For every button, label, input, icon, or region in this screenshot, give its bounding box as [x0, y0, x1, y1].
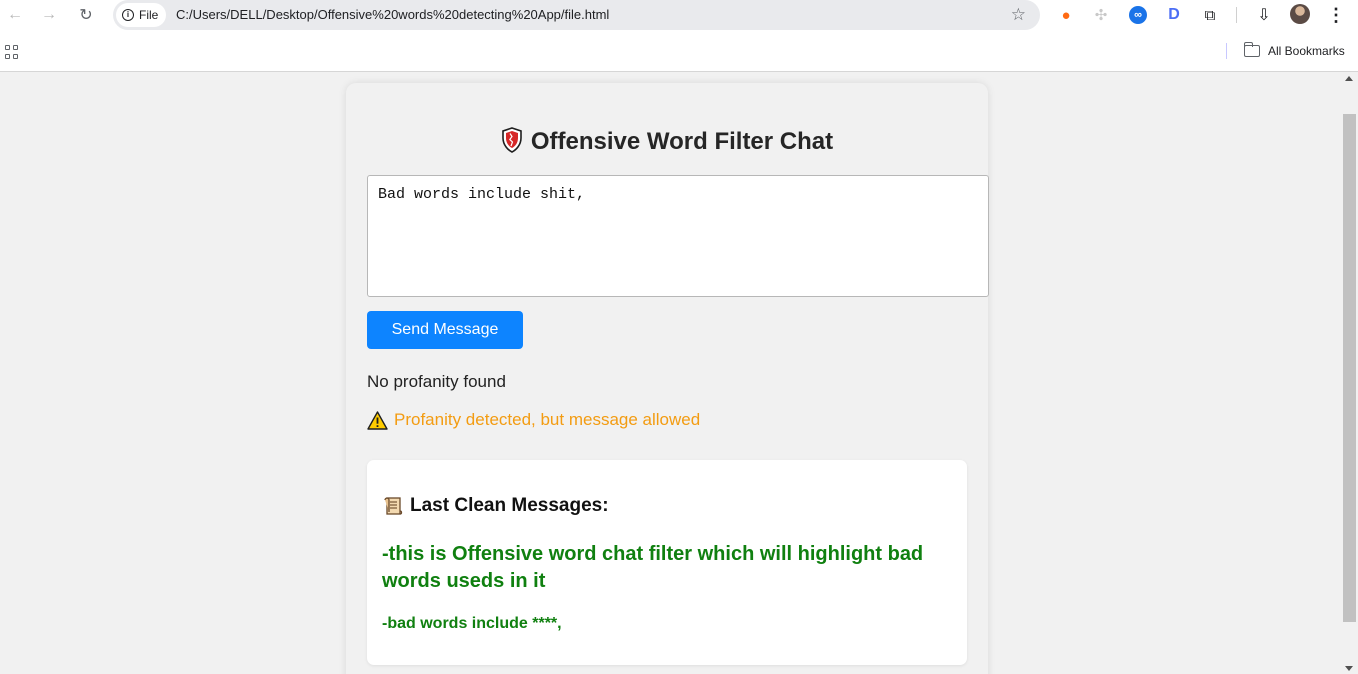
browser-chrome: ← → ↻ i File C:/Users/DELL/Desktop/Offen…: [0, 0, 1358, 72]
bookmarks-bar: All Bookmarks: [0, 38, 1358, 64]
extension-puzzle-grid-icon[interactable]: ✣: [1090, 4, 1112, 26]
message-input[interactable]: Bad words include shit,: [367, 175, 989, 297]
reload-icon[interactable]: ↻: [74, 3, 98, 27]
scroll-up-arrow-icon[interactable]: [1345, 76, 1353, 81]
clean-message-item: -this is Offensive word chat filter whic…: [382, 543, 924, 592]
profile-avatar[interactable]: [1290, 4, 1310, 24]
warning-icon: [367, 410, 388, 430]
site-info-chip[interactable]: i File: [116, 3, 167, 27]
shield-icon: [502, 127, 522, 153]
menu-dots-icon[interactable]: ⋮: [1325, 4, 1347, 26]
download-icon[interactable]: ⇩: [1253, 4, 1275, 26]
warning-text: Profanity detected, but message allowed: [394, 410, 701, 429]
clean-message-item: -bad words include ****,: [382, 615, 562, 632]
address-bar[interactable]: i File C:/Users/DELL/Desktop/Offensive%2…: [113, 0, 1040, 30]
bookmarks-divider: [1226, 43, 1227, 59]
page-title: Offensive Word Filter Chat: [346, 127, 988, 156]
browser-toolbar: ← → ↻ i File C:/Users/DELL/Desktop/Offen…: [0, 0, 1358, 30]
extension-d-icon[interactable]: D: [1163, 4, 1185, 26]
clean-messages-heading: Last Clean Messages:: [382, 495, 609, 517]
clean-messages-heading-text: Last Clean Messages:: [410, 495, 609, 516]
no-profanity-status: No profanity found: [367, 372, 506, 391]
extension-infinity-icon[interactable]: ∞: [1127, 4, 1149, 26]
extensions-icon[interactable]: ⧉: [1199, 4, 1221, 26]
back-icon[interactable]: ←: [3, 3, 27, 27]
apps-grid-icon[interactable]: [5, 45, 19, 59]
extension-flame-icon[interactable]: ●: [1055, 4, 1077, 26]
scroll-icon: [384, 497, 403, 515]
info-icon: i: [122, 9, 134, 21]
clean-messages-panel: Last Clean Messages: -this is Offensive …: [367, 460, 967, 665]
scroll-down-arrow-icon[interactable]: [1345, 666, 1353, 671]
url-text[interactable]: C:/Users/DELL/Desktop/Offensive%20words%…: [176, 7, 609, 22]
toolbar-divider: [1236, 7, 1237, 23]
page-scrollbar[interactable]: [1341, 72, 1358, 674]
folder-icon[interactable]: [1243, 42, 1260, 57]
scrollbar-thumb[interactable]: [1343, 114, 1356, 622]
chat-filter-card: Offensive Word Filter Chat Bad words inc…: [346, 83, 989, 674]
all-bookmarks-link[interactable]: All Bookmarks: [1268, 44, 1345, 58]
send-message-button[interactable]: Send Message: [367, 311, 523, 349]
site-info-label: File: [139, 8, 159, 22]
bookmark-star-icon[interactable]: ☆: [1011, 5, 1026, 25]
profanity-warning-status: Profanity detected, but message allowed: [367, 410, 700, 430]
forward-icon[interactable]: →: [37, 3, 61, 27]
title-text: Offensive Word Filter Chat: [530, 128, 834, 155]
